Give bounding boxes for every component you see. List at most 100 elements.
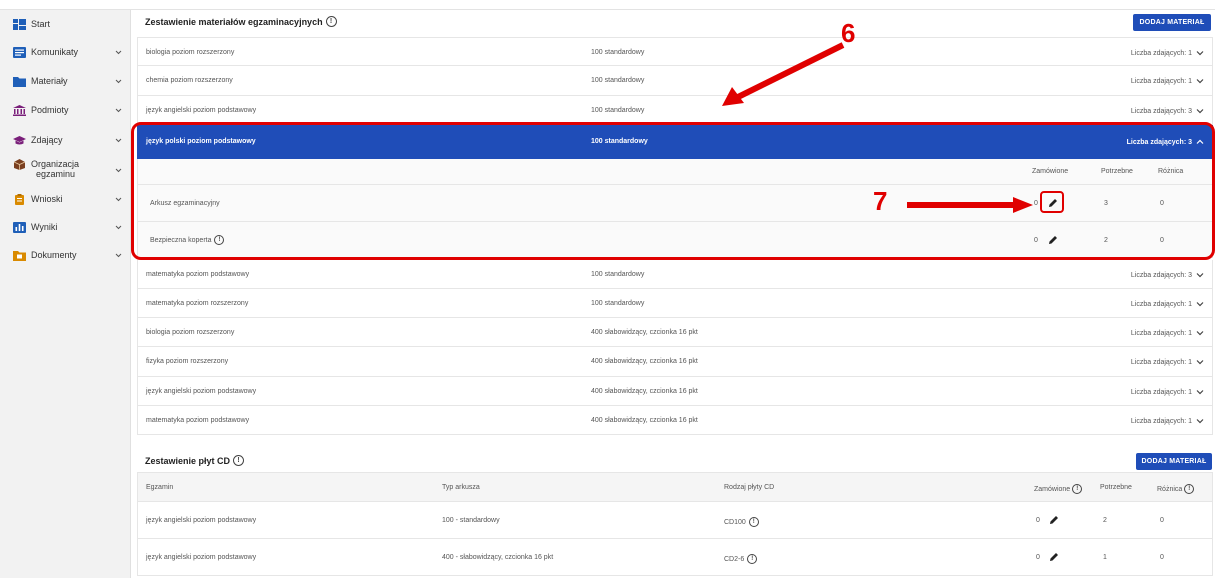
dashboard-icon: [13, 18, 26, 30]
material-row[interactable]: matematyka poziom podstawowy 100 standard…: [137, 260, 1213, 289]
chevron-down-icon[interactable]: [115, 167, 122, 174]
sidebar-item-label: Materiały: [31, 76, 68, 86]
candidate-count-wrap: Liczba zdających: 3: [1131, 107, 1204, 115]
chevron-down-icon[interactable]: [1196, 358, 1204, 366]
exam-name: język angielski poziom podstawowy: [146, 554, 257, 561]
candidate-count-wrap: Liczba zdających: 1: [1131, 417, 1204, 425]
sheet-type: 100 standardowy: [591, 107, 645, 114]
sidebar-item-start[interactable]: Start: [0, 18, 131, 30]
sidebar-item-komunikaty[interactable]: Komunikaty: [0, 46, 131, 58]
chevron-down-icon[interactable]: [1196, 77, 1204, 85]
chevron-down-icon[interactable]: [115, 78, 122, 85]
cd-type-wrap: CD100!: [724, 517, 759, 527]
sheet-type: 400 słabowidzący, czcionka 16 pkt: [591, 358, 698, 365]
exam-name: biologia poziom rozszerzony: [146, 49, 235, 56]
sidebar-item-podmioty[interactable]: Podmioty: [0, 104, 131, 116]
messages-icon: [13, 46, 26, 58]
candidate-count-wrap: Liczba zdających: 1: [1131, 77, 1204, 85]
add-material-button[interactable]: DODAJ MATERIAŁ: [1133, 14, 1211, 31]
sheet-type: 400 - słabowidzący, czcionka 16 pkt: [442, 554, 554, 561]
clipboard-icon: [13, 193, 26, 205]
material-row[interactable]: chemia poziom rozszerzony 100 standardowy…: [137, 66, 1213, 96]
exam-name: biologia poziom rozszerzony: [146, 329, 235, 336]
sidebar-item-organizacja[interactable]: Organizacja egzaminu: [0, 158, 131, 182]
info-icon[interactable]: !: [1072, 484, 1083, 494]
sidebar-item-label: Wyniki: [31, 222, 58, 232]
chevron-down-icon[interactable]: [1196, 417, 1204, 425]
column-header-cd: Rodzaj płyty CD: [724, 484, 775, 491]
sidebar-item-label: Organizacja: [31, 159, 80, 169]
materials-title-text: Zestawienie materiałów egzaminacyjnych: [145, 16, 323, 27]
info-icon[interactable]: !: [233, 455, 245, 466]
material-row[interactable]: fizyka poziom rozszerzony 400 słabowidząc…: [137, 347, 1213, 377]
sidebar-item-dokumenty[interactable]: Dokumenty: [0, 249, 131, 261]
chevron-down-icon[interactable]: [115, 224, 122, 231]
candidate-count-wrap: Liczba zdających: 1: [1131, 49, 1204, 57]
candidate-count-wrap: Liczba zdających: 1: [1131, 329, 1204, 337]
exam-name: matematyka poziom podstawowy: [146, 417, 250, 424]
cd-row[interactable]: język angielski poziom podstawowy 400 - s…: [137, 539, 1213, 576]
material-row[interactable]: język angielski poziom podstawowy 400 sła…: [137, 377, 1213, 406]
exam-name: matematyka poziom rozszerzony: [146, 300, 249, 307]
add-cd-button[interactable]: DODAJ MATERIAŁ: [1136, 453, 1212, 470]
sheet-type: 400 słabowidzący, czcionka 16 pkt: [591, 417, 698, 424]
info-icon[interactable]: !: [748, 517, 759, 527]
info-icon[interactable]: !: [1184, 484, 1195, 494]
sidebar-item-materialy[interactable]: Materiały: [0, 75, 131, 87]
candidate-count: Liczba zdających: 1: [1130, 388, 1192, 396]
sheet-type: 100 standardowy: [591, 49, 645, 56]
chevron-down-icon[interactable]: [115, 49, 122, 56]
cd-type: CD2-6: [724, 555, 745, 563]
sidebar-item-label: Podmioty: [31, 105, 69, 115]
material-row[interactable]: język angielski poziom podstawowy 100 sta…: [137, 96, 1213, 125]
candidate-count-wrap: Liczba zdających: 1: [1131, 358, 1204, 366]
ordered-value: 0: [1036, 517, 1040, 524]
sidebar-item-label-line2: egzaminu: [36, 169, 76, 179]
sidebar-item-wyniki[interactable]: Wyniki: [0, 221, 131, 233]
chevron-down-icon[interactable]: [115, 252, 122, 259]
sidebar-item-zdajacy[interactable]: Zdający: [0, 134, 131, 146]
chevron-down-icon[interactable]: [115, 137, 122, 144]
edit-pencil-icon[interactable]: [1049, 552, 1059, 562]
documents-folder-icon: [13, 250, 26, 261]
sidebar-item-wnioski[interactable]: Wnioski: [0, 193, 131, 205]
cd-table-header: Egzamin Typ arkusza Rodzaj płyty CD Zamó…: [137, 472, 1213, 502]
cd-type-wrap: CD2-6!: [724, 554, 758, 564]
exam-name: język angielski poziom podstawowy: [146, 107, 257, 114]
institution-icon: [13, 104, 26, 116]
candidate-count-wrap: Liczba zdających: 1: [1131, 388, 1204, 396]
material-row[interactable]: matematyka poziom podstawowy 400 słabowid…: [137, 406, 1213, 435]
annotation-number-6: 6: [841, 18, 856, 48]
chevron-down-icon[interactable]: [1196, 388, 1204, 396]
material-row[interactable]: biologia poziom rozszerzony 400 słabowidz…: [137, 318, 1213, 347]
material-row[interactable]: matematyka poziom rozszerzony 100 standar…: [137, 289, 1213, 318]
chevron-down-icon[interactable]: [1196, 329, 1204, 337]
info-icon[interactable]: !: [325, 16, 337, 27]
sheet-type: 100 standardowy: [591, 77, 645, 84]
top-bar: [0, 0, 1215, 10]
chevron-down-icon[interactable]: [1196, 107, 1204, 115]
info-icon[interactable]: !: [747, 554, 758, 564]
exam-name: fizyka poziom rozszerzony: [146, 358, 229, 365]
column-header-ordered: Zamówione: [1034, 485, 1071, 493]
candidate-count: Liczba zdających: 1: [1130, 417, 1192, 425]
sidebar-item-label: Komunikaty: [31, 47, 79, 57]
chevron-down-icon[interactable]: [1196, 49, 1204, 57]
chevron-down-icon[interactable]: [1196, 271, 1204, 279]
candidate-count-wrap: Liczba zdających: 1: [1131, 300, 1204, 308]
annotation-arrow-6: [722, 42, 845, 106]
chevron-down-icon[interactable]: [1196, 300, 1204, 308]
candidate-count: Liczba zdających: 1: [1130, 77, 1192, 85]
candidate-count: Liczba zdających: 1: [1130, 49, 1192, 57]
sheet-type: 100 standardowy: [591, 271, 645, 278]
sidebar-item-label: Dokumenty: [31, 250, 77, 260]
edit-pencil-icon[interactable]: [1049, 515, 1059, 525]
sheet-type: 100 - standardowy: [442, 517, 500, 524]
chevron-down-icon[interactable]: [115, 196, 122, 203]
candidate-count: Liczba zdających: 3: [1130, 107, 1192, 115]
chevron-down-icon[interactable]: [115, 107, 122, 114]
exam-name: język angielski poziom podstawowy: [146, 517, 257, 524]
cd-row[interactable]: język angielski poziom podstawowy 100 - s…: [137, 502, 1213, 539]
material-row[interactable]: biologia poziom rozszerzony 100 standardo…: [137, 37, 1213, 66]
sidebar: Start Komunikaty Materiały Podmioty Zdaj…: [0, 10, 131, 578]
